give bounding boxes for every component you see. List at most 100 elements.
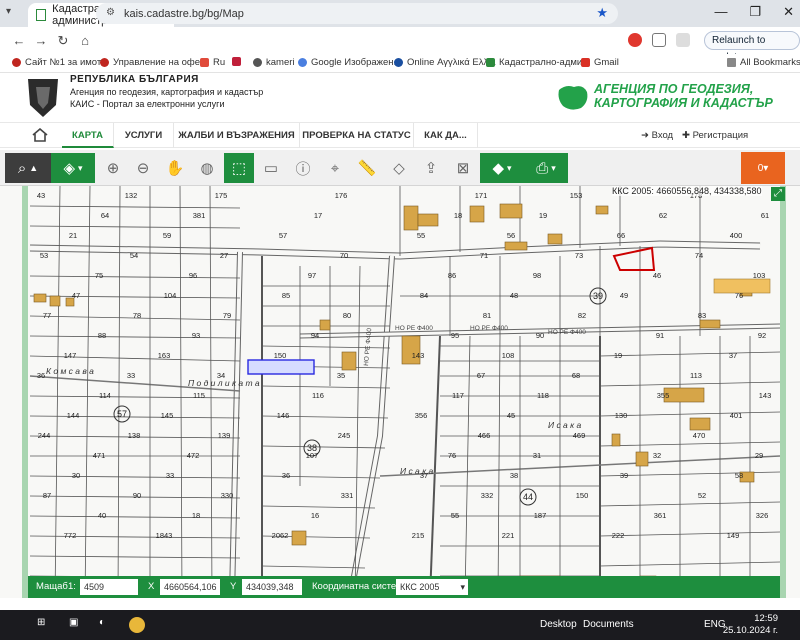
reload-icon[interactable]: ↻ xyxy=(52,33,74,49)
back-icon[interactable]: ← xyxy=(8,33,30,48)
parcel-number: 62 xyxy=(659,211,667,220)
address-bar[interactable]: ⚙ kais.cadastre.bg/bg/Map ★ xyxy=(96,3,618,24)
x-coordinate-field[interactable] xyxy=(160,579,220,595)
bookmark-item[interactable]: Google Изображен... xyxy=(298,57,401,68)
parcel-number: 472 xyxy=(187,451,200,460)
menu-item-services[interactable]: УСЛУГИ xyxy=(114,123,174,148)
base-map-icon[interactable]: ◆ ▾ xyxy=(480,153,524,183)
task-view-icon[interactable]: ▣ xyxy=(69,617,85,633)
zoom-out-icon[interactable]: ⊖ xyxy=(128,153,158,183)
agency-logo-text: КАРТОГРАФИЯ И КАДАСТЪР xyxy=(594,96,773,110)
fullscreen-icon[interactable]: ⤢ xyxy=(771,187,785,201)
parcel-number: 74 xyxy=(695,251,703,260)
clear-selection-icon[interactable]: ⊠ xyxy=(448,153,478,183)
maximize-icon[interactable]: ❐ xyxy=(749,4,761,20)
select-area-icon[interactable]: ⬚ xyxy=(224,153,254,183)
parcel-number: 37 xyxy=(729,351,737,360)
parcel-number: 400 xyxy=(730,231,743,240)
cadastral-map-drawing[interactable]: 57 38 39 44 К о м с а в а П о д и л и к … xyxy=(0,186,800,598)
extension-icon[interactable] xyxy=(652,33,666,47)
measure-distance-icon[interactable]: 📏 xyxy=(352,153,382,183)
relaunch-button[interactable]: Relaunch to update xyxy=(704,31,800,63)
parcel-number: 87 xyxy=(43,491,51,500)
menu-item-status-check[interactable]: ПРОВЕРКА НА СТАТУС xyxy=(300,123,414,148)
site-info-icon[interactable]: ⚙ xyxy=(106,7,115,18)
parcel-number: 171 xyxy=(475,191,488,200)
bookmark-item[interactable]: kameri xyxy=(253,57,295,68)
upload-icon[interactable]: ⇪ xyxy=(416,153,446,183)
parcel-number: 332 xyxy=(481,491,494,500)
system-clock[interactable]: 12:59 25.10.2024 г. xyxy=(723,613,778,637)
parcel-number: 139 xyxy=(218,431,231,440)
parcel-number: 33 xyxy=(166,471,174,480)
measure-area-icon[interactable]: ◇ xyxy=(384,153,414,183)
parcel-number: 67 xyxy=(477,371,485,380)
agency-logo-text: АГЕНЦИЯ ПО ГЕОДЕЗИЯ, xyxy=(594,82,754,96)
cadastral-map[interactable]: 57 38 39 44 К о м с а в а П о д и л и к … xyxy=(0,186,800,598)
crs-label: Координатна система xyxy=(312,581,409,592)
google-icon xyxy=(298,58,307,67)
zoom-in-icon[interactable]: ⊕ xyxy=(98,153,128,183)
layers-icon[interactable]: ◈ ▾ xyxy=(51,153,95,183)
parcel-number: 64 xyxy=(101,211,109,220)
parcel-number: 38 xyxy=(510,471,518,480)
print-icon[interactable]: ⎙ ▾ xyxy=(524,153,568,183)
extension-abp-icon[interactable] xyxy=(628,33,642,47)
parcel-number: 96 xyxy=(189,271,197,280)
parcel-number: 68 xyxy=(572,371,580,380)
desktop-toolbar[interactable]: Desktop xyxy=(540,619,577,630)
parcel-number: 132 xyxy=(125,191,138,200)
forward-icon[interactable]: → xyxy=(30,33,52,48)
info-icon[interactable]: ⓘ xyxy=(288,153,318,183)
menu-item-how-to[interactable]: КАК ДА... xyxy=(414,123,478,148)
parcel-number: 104 xyxy=(164,291,177,300)
widgets-icon[interactable]: ◐ xyxy=(99,617,115,633)
all-bookmarks[interactable]: All Bookmarks xyxy=(727,57,800,68)
chrome-icon[interactable] xyxy=(129,617,145,633)
register-link[interactable]: ✚ Регистрация xyxy=(682,130,748,141)
login-link[interactable]: ➜ Вход xyxy=(641,130,673,141)
parcel-number: 187 xyxy=(534,511,547,520)
minimize-icon[interactable]: — xyxy=(714,4,727,20)
parcel-number: 470 xyxy=(693,431,706,440)
bookmark-item[interactable]: Сайт №1 за имоти xyxy=(12,57,107,68)
pan-hand-icon[interactable]: ✋ xyxy=(160,153,190,183)
parcel-number: 80 xyxy=(343,311,351,320)
bookmark-item[interactable]: Ru xyxy=(200,57,225,68)
windows-start-icon[interactable]: ⊞ xyxy=(37,617,53,633)
parcel-number: 21 xyxy=(69,231,77,240)
tab-search-icon[interactable]: ▾ xyxy=(6,6,11,17)
crs-select[interactable]: ККС 2005 ▾ xyxy=(396,579,468,595)
bookmark-item[interactable]: Кадастрално-адми... xyxy=(486,57,590,68)
parcel-number: 88 xyxy=(98,331,106,340)
menu-item-complaints[interactable]: ЖАЛБИ И ВЪЗРАЖЕНИЯ xyxy=(174,123,300,148)
bookmarks-bar: Сайт №1 за имоти Управление на офе... Ru… xyxy=(0,54,800,72)
results-panel-button[interactable]: 0 ▾ xyxy=(741,152,785,184)
home-icon[interactable] xyxy=(32,128,48,142)
selected-parcel[interactable] xyxy=(247,359,315,375)
home-browser-icon[interactable]: ⌂ xyxy=(74,33,96,48)
parcel-number: 30 xyxy=(72,471,80,480)
search-icon[interactable]: ⌕ ▲ xyxy=(5,153,51,183)
parcel-number: 90 xyxy=(536,331,544,340)
bookmark-item[interactable]: Управление на офе... xyxy=(100,57,208,68)
agency-logo[interactable]: АГЕНЦИЯ ПО ГЕОДЕЗИЯ, КАРТОГРАФИЯ И КАДАС… xyxy=(556,76,786,120)
scale-input[interactable] xyxy=(80,579,138,595)
bookmark-item[interactable] xyxy=(232,57,241,66)
measure-coordinate-icon[interactable]: ⌖ xyxy=(320,153,350,183)
bookmark-item[interactable]: Gmail xyxy=(581,57,619,68)
parcel-number: 76 xyxy=(735,291,743,300)
menu-item-map[interactable]: КАРТА xyxy=(62,123,114,148)
bookmark-star-icon[interactable]: ★ xyxy=(596,5,608,21)
map-side-panel xyxy=(780,186,800,598)
map-status-bar: Мащаб 1: X Y Координатна система ККС 200… xyxy=(28,576,780,598)
close-window-icon[interactable]: ✕ xyxy=(783,4,794,20)
map-toolbar: ⌕ ▲ ◈ ▾ ⊕ ⊖ ✋ ◍ ⬚ ▭ ⓘ ⌖ 📏 ◇ ⇪ ⊠ ◆ ▾ ⎙ ▾ xyxy=(0,150,800,186)
globe-icon[interactable]: ◍ xyxy=(192,153,222,183)
documents-toolbar[interactable]: Documents xyxy=(583,619,634,630)
parcel-number: 147 xyxy=(64,351,77,360)
y-coordinate-field[interactable] xyxy=(242,579,302,595)
select-rectangle-icon[interactable]: ▭ xyxy=(256,153,286,183)
puzzle-icon[interactable] xyxy=(676,33,690,47)
bookmark-item[interactable]: Online Αγγλικά Ελλ... xyxy=(394,57,496,68)
